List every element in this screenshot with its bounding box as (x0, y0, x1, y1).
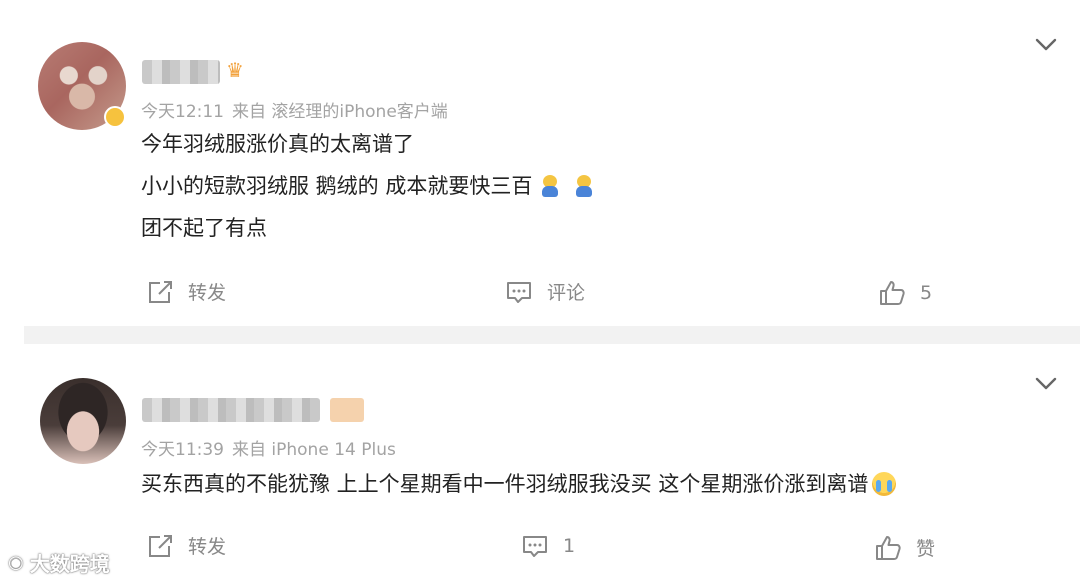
like-count: 5 (920, 282, 933, 304)
comment-icon (507, 281, 531, 303)
comment-button[interactable]: 评论 (505, 278, 585, 305)
comment-source: 来自 滚经理的iPhone客户端 (232, 102, 448, 122)
comment-time: 今天11:39 (141, 440, 224, 460)
sad-emoji-icon (540, 175, 560, 197)
comment-source: 来自 iPhone 14 Plus (232, 440, 396, 460)
username-blurred[interactable] (142, 60, 220, 84)
avatar[interactable] (40, 378, 126, 464)
watermark: ◉ 大数跨境 (8, 548, 110, 577)
comment-count: 1 (563, 535, 576, 557)
crown-icon: ♛ (226, 58, 244, 82)
like-icon (876, 535, 901, 560)
like-label: 赞 (916, 538, 936, 560)
comment-line-text: 小小的短款羽绒服 鹅绒的 成本就要快三百 (141, 174, 533, 198)
repost-label: 转发 (188, 536, 227, 558)
like-button[interactable]: 5 (878, 280, 932, 306)
username-blurred[interactable] (142, 398, 320, 422)
repost-icon (149, 280, 172, 303)
section-divider (24, 326, 1080, 344)
repost-icon (149, 534, 172, 557)
like-icon (880, 281, 905, 305)
comment-time: 今天12:11 (141, 102, 224, 122)
repost-label: 转发 (188, 282, 227, 304)
verified-badge-icon (104, 106, 126, 128)
crying-emoji-icon (872, 472, 897, 496)
repost-button[interactable]: 转发 (146, 278, 226, 305)
comment-line: 今年羽绒服涨价真的太离谱了 (141, 132, 414, 156)
repost-button[interactable]: 转发 (146, 532, 226, 559)
comment-meta: 今天11:39 来自 iPhone 14 Plus (141, 435, 404, 460)
comment-line-text: 买东西真的不能犹豫 上上个星期看中一件羽绒服我没买 这个星期涨价涨到离谱 (141, 472, 869, 496)
weibo-logo-icon: ◉ (8, 552, 24, 573)
chevron-down-icon[interactable] (1035, 37, 1057, 53)
comment-button[interactable]: 1 (521, 533, 575, 559)
chevron-down-icon[interactable] (1035, 376, 1057, 392)
comment-line: 小小的短款羽绒服 鹅绒的 成本就要快三百 (141, 172, 594, 200)
comment-label: 评论 (547, 282, 586, 304)
comment-icon (523, 536, 547, 557)
watermark-text: 大数跨境 (29, 552, 110, 576)
sad-emoji-icon (574, 175, 594, 197)
comment-line: 团不起了有点 (141, 216, 267, 240)
like-button[interactable]: 赞 (874, 534, 935, 561)
comment-meta: 今天12:11 来自 滚经理的iPhone客户端 (141, 97, 456, 122)
comment-line: 买东西真的不能犹豫 上上个星期看中一件羽绒服我没买 这个星期涨价涨到离谱 (141, 470, 897, 498)
user-badge-blurred (330, 398, 364, 422)
